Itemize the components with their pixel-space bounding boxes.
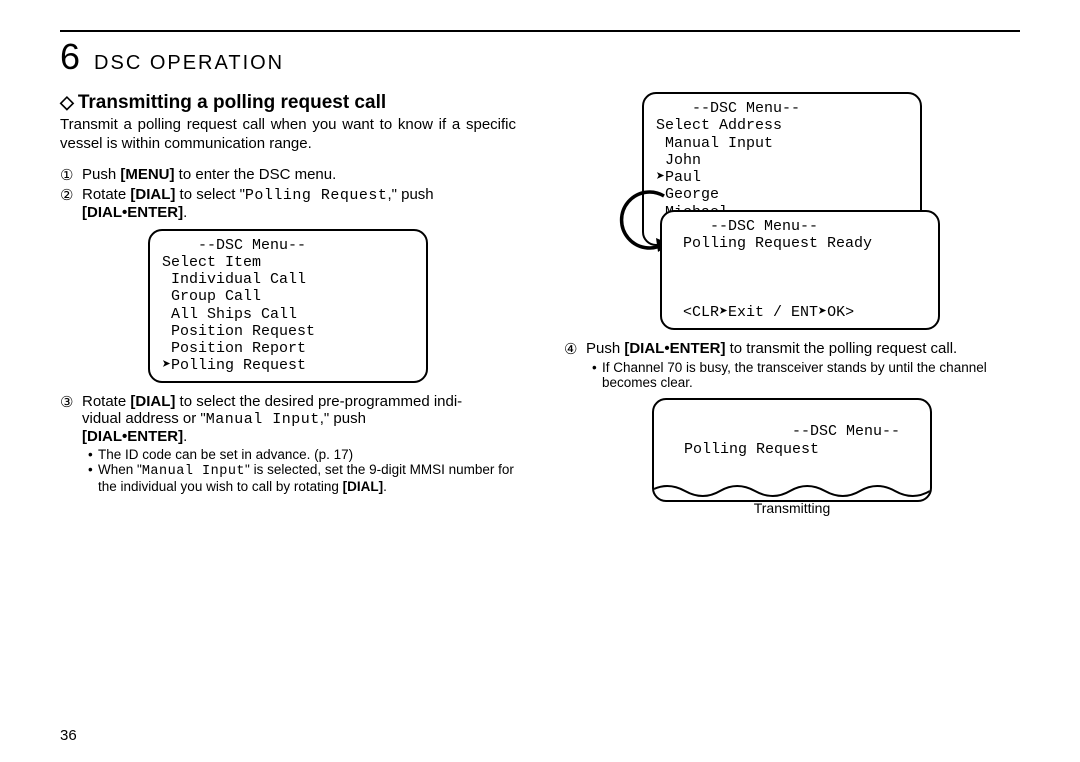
step-2-num: ② <box>60 186 82 221</box>
chapter-title: DSC OPERATION <box>94 52 284 75</box>
section-title: Transmitting a polling request call <box>78 92 386 113</box>
step-3-num: ③ <box>60 393 82 445</box>
step-1-text: Push [MENU] to enter the DSC menu. <box>82 166 516 184</box>
step-3-sub-bullets: •The ID code can be set in advance. (p. … <box>60 447 516 494</box>
lcd-screen-select-item: --DSC Menu-- Select Item Individual Call… <box>148 229 428 383</box>
intro-text: Transmit a polling request call when you… <box>60 116 516 154</box>
step-4-num: ④ <box>564 340 586 358</box>
step-4-text: Push [DIAL•ENTER] to transmit the pollin… <box>586 340 1020 358</box>
step-3-text: Rotate [DIAL] to select the desired pre-… <box>82 393 516 445</box>
transmitting-caption: Transmitting <box>564 500 1020 516</box>
page-number: 36 <box>60 727 77 744</box>
diamond-icon: ◇ <box>60 92 74 112</box>
step-1-num: ① <box>60 166 82 184</box>
lcd-screen-transmitting: --DSC Menu-- Polling Request <box>652 398 932 502</box>
step-2-text: Rotate [DIAL] to select "Polling Request… <box>82 186 516 221</box>
step-4-sub-bullet: •If Channel 70 is busy, the transceiver … <box>564 360 1020 390</box>
lcd-screen-polling-ready: --DSC Menu-- Polling Request Ready <CLR➤… <box>660 210 940 330</box>
chapter-number: 6 <box>60 36 80 78</box>
